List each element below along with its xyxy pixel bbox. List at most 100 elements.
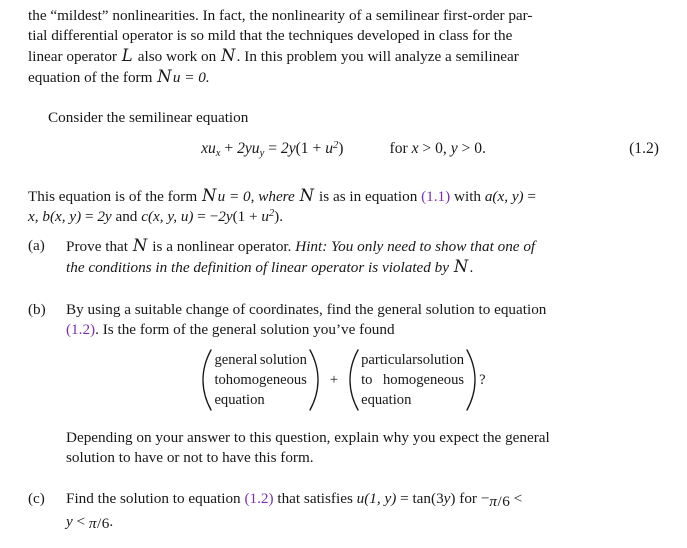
- item-a-period: .: [469, 259, 474, 276]
- right-paren-close-icon: [466, 349, 477, 411]
- eq-rhs-close: ): [338, 140, 344, 157]
- gs-row-2-w1: to: [214, 372, 226, 388]
- form-l2-eq: =: [81, 208, 98, 225]
- gs-row-3: equation: [214, 390, 306, 410]
- form-l1-u-eq-0: u = 0, where: [217, 188, 299, 205]
- form-paragraph: This equation is of the form Nu = 0, whe…: [28, 186, 660, 227]
- intro-line-4: equation of the form Nu = 0.: [28, 67, 660, 88]
- ps-row-2-w2: homogeneous: [382, 372, 465, 388]
- intro-line-4-pre: equation of the form: [28, 69, 157, 86]
- consider-line-text: Consider the semilinear equation: [48, 109, 249, 126]
- script-l-symbol: L: [121, 46, 133, 65]
- closing-line-1: Depending on your answer to this questio…: [66, 428, 660, 448]
- equation-condition: for x > 0, y > 0.: [390, 139, 486, 159]
- form-line-2: x, b(x, y) = 2y and c(x, y, u) = −2y(1 +…: [28, 207, 660, 227]
- closing-paragraph: Depending on your answer to this questio…: [66, 428, 660, 468]
- form-l2-close: ).: [274, 208, 283, 225]
- form-l1-pre: This equation is of the form: [28, 188, 201, 205]
- item-a-line-1-inner: Prove that N is a nonlinear operator. Hi…: [66, 236, 535, 257]
- equation-body: xux + 2yuy = 2y(1 + u2): [201, 140, 344, 159]
- item-c-line-1: Find the solution to equation (1.2) that…: [66, 489, 660, 512]
- script-n-form-1: N: [201, 186, 217, 205]
- cond-gt-1: > 0,: [418, 140, 451, 157]
- form-a-args: (x, y): [492, 188, 524, 205]
- particular-solution-column: particular solution to homogeneous equatio…: [359, 349, 466, 411]
- intro-paragraph: the “mildest” nonlinearities. In fact, t…: [28, 6, 660, 88]
- form-line-1-inner: This equation is of the form Nu = 0, whe…: [28, 186, 536, 207]
- eq-rhs-2y: 2y: [280, 140, 296, 157]
- ps-row-1-w2: solution: [417, 352, 465, 368]
- eq-u1: u: [207, 140, 216, 157]
- item-c-frac-2: π/6: [89, 514, 109, 534]
- item-c-line-1-inner: Find the solution to equation (1.2) that…: [66, 489, 522, 512]
- intro-line-3-pre: linear operator: [28, 48, 121, 65]
- script-n-item-a: N: [132, 236, 148, 255]
- cond-for: for: [389, 140, 412, 157]
- form-b-fn: b: [42, 208, 50, 225]
- eq-equals: =: [264, 140, 281, 157]
- display-equation-1-2: xux + 2yuy = 2y(1 + u2) for x > 0, y > 0.…: [0, 139, 687, 159]
- ps-row-3: equation: [361, 390, 464, 410]
- equation-link-1-1[interactable]: (1.1): [421, 188, 450, 205]
- item-a-pre: Prove that: [66, 238, 132, 255]
- eq-plus: +: [220, 140, 238, 157]
- equation-link-1-2-b[interactable]: (1.2): [66, 321, 95, 338]
- ps-row-1: particular solution: [361, 350, 464, 370]
- ps-row-1-w1: particular: [361, 352, 418, 368]
- item-c-six-1: 6: [502, 492, 510, 510]
- ps-row-2-w1: to: [361, 372, 373, 388]
- item-a-label: (a): [28, 237, 45, 254]
- equation-link-1-2-c[interactable]: (1.2): [244, 490, 273, 507]
- list-item-b: (b) By using a suitable change of coordi…: [28, 300, 660, 340]
- gs-row-1-w2: solution: [259, 352, 307, 368]
- form-l2-2y: 2y: [97, 208, 112, 225]
- eq-rhs-u: u: [325, 140, 333, 157]
- closing-line-2: solution to have or not to have this for…: [66, 448, 660, 468]
- form-l2-u: u: [261, 208, 269, 225]
- item-a-body: Prove that N is a nonlinear operator. Hi…: [66, 236, 660, 278]
- item-c-period: .: [109, 512, 114, 530]
- form-l2-x: x: [28, 208, 35, 225]
- cond-y: y: [450, 140, 458, 157]
- item-c-body: Find the solution to equation (1.2) that…: [66, 489, 660, 534]
- script-n-form-2: N: [299, 186, 315, 205]
- intro-line-2-text: tial differential operator is so mild th…: [28, 27, 513, 44]
- item-c-y: y: [66, 512, 73, 530]
- item-b-label: (b): [28, 301, 46, 318]
- item-a-mid: is a nonlinear operator.: [148, 238, 296, 255]
- plus-operator: +: [329, 372, 339, 388]
- item-c-pi-1: π: [489, 492, 497, 510]
- item-c-label: (c): [28, 490, 45, 507]
- item-b-line-2-rest: . Is the form of the general solution yo…: [95, 321, 395, 338]
- form-l1-mid: is as in equation: [315, 188, 422, 205]
- general-solution-group: general solution to homogeneous equation: [201, 349, 319, 411]
- item-b-line-1-text: By using a suitable change of coordinate…: [66, 301, 547, 318]
- left-paren-close-icon: [309, 349, 320, 411]
- right-paren-open-icon: [348, 349, 359, 411]
- eq-2y: 2y: [237, 140, 252, 157]
- item-c-lt-2: <: [72, 512, 89, 530]
- cond-gt-2: > 0.: [457, 140, 486, 157]
- closing-line-2-text: solution to have or not to have this for…: [66, 449, 314, 466]
- item-b-line-2: (1.2). Is the form of the general soluti…: [66, 320, 660, 340]
- item-c-u-args: (1, y): [364, 490, 397, 507]
- item-c-pre: Find the solution to equation: [66, 490, 245, 507]
- left-paren-open-icon: [201, 349, 213, 411]
- particular-solution-group: particular solution to homogeneous equatio…: [348, 349, 477, 411]
- cond-x: x: [411, 140, 419, 157]
- form-l2-and: and: [111, 208, 142, 225]
- intro-line-3: linear operator L also work on N. In thi…: [28, 46, 660, 67]
- item-c-frac-1: π/6: [489, 492, 509, 512]
- form-l1-eq: =: [523, 188, 536, 205]
- item-a-line-1: Prove that N is a nonlinear operator. Hi…: [66, 236, 660, 257]
- form-line-1: This equation is of the form Nu = 0, whe…: [28, 186, 660, 207]
- item-c-pi-2: π: [88, 515, 97, 533]
- script-n-item-a-2: N: [453, 257, 469, 276]
- script-n-symbol: N: [221, 46, 236, 65]
- intro-line-3-post: . In this problem you will analyze a sem…: [236, 48, 519, 65]
- intro-line-2: tial differential operator is so mild th…: [28, 26, 660, 46]
- item-c-line-2: y < π/6.: [66, 512, 660, 535]
- gs-row-2: to homogeneous: [214, 370, 306, 390]
- form-b-args: (x, y): [49, 208, 82, 225]
- eq-rhs-open: (1 +: [295, 140, 326, 157]
